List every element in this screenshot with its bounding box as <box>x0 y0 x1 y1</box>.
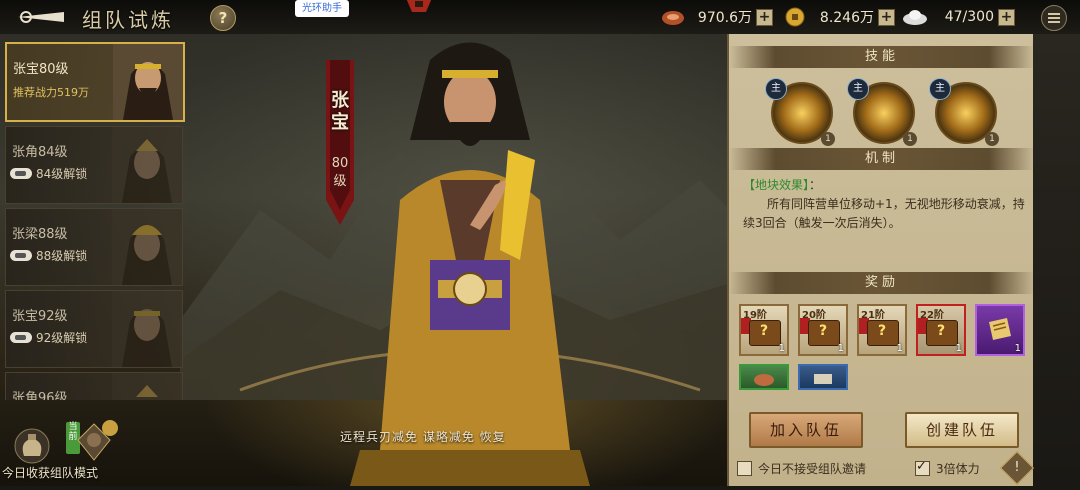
reward-scroll[interactable]: 1 <box>975 304 1025 356</box>
food-resource: 970.6万 + <box>660 6 773 28</box>
help-button[interactable]: ? <box>210 5 236 31</box>
reward-count: 1 <box>778 343 785 354</box>
hero-level: 80 级 <box>331 156 349 189</box>
top-bar: 组队试炼 ? 光环助手 970.6万 + 8.246万 + 47/300 + <box>0 0 1080 34</box>
boss-card-zhangbao-92[interactable]: 张宝92级 92级解锁 <box>5 290 183 368</box>
boss-name: 张宝92级 <box>12 309 68 324</box>
skill-level: 1 <box>903 132 917 146</box>
lock-icon <box>10 168 32 179</box>
food-value: 970.6万 <box>697 10 752 26</box>
boss-name: 张宝80级 <box>13 62 69 77</box>
chest-icon <box>867 320 899 346</box>
hero-figure <box>350 42 590 486</box>
reward-chest-1[interactable]: 19阶 1 <box>739 304 789 356</box>
scroll-icon <box>814 374 832 384</box>
reward-count: 1 <box>896 343 903 354</box>
reward-tier: 19阶 <box>743 310 767 321</box>
add-food-button[interactable]: + <box>756 8 773 26</box>
mechanism-name: 【地块效果】 <box>743 178 810 192</box>
reward-item-7[interactable] <box>798 364 848 390</box>
boss-portrait <box>113 44 183 120</box>
skill-slot-1[interactable]: 主 1 <box>765 78 835 146</box>
boss-list: 张宝80级 推荐战力519万 张角84级 84级解锁 张梁88级 88级解锁 张… <box>0 40 190 400</box>
team-mode-label: 今日收获组队模式 <box>2 466 99 480</box>
checkbox-box[interactable] <box>915 459 930 476</box>
boss-portrait <box>112 373 182 400</box>
logo-icon <box>406 0 432 12</box>
silver-ingot-icon <box>903 10 927 25</box>
hero-traits: 远程兵刃减免 谋略减免 恢复 <box>340 430 506 444</box>
team-mode-area[interactable]: 当前 今日收获组队模式 <box>0 420 190 486</box>
name-banner <box>326 60 354 225</box>
create-team-button[interactable]: 创建队伍 <box>905 412 1019 448</box>
reward-item-6[interactable] <box>739 364 789 390</box>
triple-stamina-label: 3倍体力 <box>936 462 980 476</box>
menu-icon[interactable] <box>1041 5 1067 31</box>
coin-value: 8.246万 <box>819 10 874 26</box>
skills-header: 技能 <box>729 46 1035 68</box>
reward-count: 1 <box>837 343 844 354</box>
decline-invites-label: 今日不接受组队邀请 <box>758 462 867 476</box>
stamina-value: 47/300 <box>944 9 994 25</box>
hero-name: 张宝 <box>331 90 349 133</box>
main-skill-tag: 主 <box>765 78 787 100</box>
chest-icon <box>808 320 840 346</box>
reward-tier: 20阶 <box>802 310 826 321</box>
mechanism-body: 所有同阵营单位移动+1，无视地形移动衰减，持续3回合（触发一次后消失）。 <box>743 197 1025 230</box>
boss-card-zhangjiao-84[interactable]: 张角84级 84级解锁 <box>5 126 183 204</box>
boss-portrait <box>112 127 182 203</box>
chest-icon <box>749 320 781 346</box>
boss-portrait <box>112 209 182 285</box>
assistant-tag[interactable]: 光环助手 <box>295 0 349 17</box>
unlock-requirement: 84级解锁 <box>10 165 87 182</box>
lock-icon <box>10 332 32 343</box>
add-coin-button[interactable]: + <box>878 8 895 26</box>
back-arrow-icon[interactable] <box>14 6 68 28</box>
unlock-requirement: 92级解锁 <box>10 329 87 346</box>
add-stamina-button[interactable]: + <box>998 8 1015 26</box>
reward-tier: 21阶 <box>861 310 885 321</box>
reward-count: 1 <box>1014 343 1021 354</box>
mechanism-description: 【地块效果】： 所有同阵营单位移动+1，无视地形移动衰减，持续3回合（触发一次后… <box>743 178 1025 230</box>
coin-resource: 8.246万 + <box>782 6 895 28</box>
meat-icon <box>754 374 774 386</box>
boss-card-zhangjiao-96[interactable]: 张角96级 <box>5 372 183 400</box>
skill-slot-3[interactable]: 主 1 <box>929 78 999 146</box>
join-team-button[interactable]: 加入队伍 <box>749 412 863 448</box>
reward-tier: 22阶 <box>920 310 944 321</box>
scroll-icon <box>989 318 1011 340</box>
mechanism-header: 机制 <box>729 148 1035 170</box>
money-bag-icon <box>14 428 50 464</box>
info-panel: 技能 主 1 主 1 主 1 机制 【地块效果】： 所有同阵营单位移动+1，无视… <box>727 34 1035 486</box>
reward-chest-3[interactable]: 21阶 1 <box>857 304 907 356</box>
boss-name: 张角84级 <box>12 145 68 160</box>
boss-card-zhangbao-80[interactable]: 张宝80级 推荐战力519万 <box>5 42 185 122</box>
stamina-resource: 47/300 + <box>902 6 1015 28</box>
boss-card-zhangliang-88[interactable]: 张梁88级 88级解锁 <box>5 208 183 286</box>
unlock-requirement: 88级解锁 <box>10 247 87 264</box>
main-skill-tag: 主 <box>929 78 951 100</box>
reward-count: 1 <box>955 343 962 354</box>
skill-level: 1 <box>985 132 999 146</box>
skill-level: 1 <box>821 132 835 146</box>
right-edge-strip <box>1033 34 1080 486</box>
skill-slot-2[interactable]: 主 1 <box>847 78 917 146</box>
main-skill-tag: 主 <box>847 78 869 100</box>
coin-icon <box>785 7 805 27</box>
checkbox-box[interactable] <box>737 461 752 476</box>
boss-name: 张角96级 <box>12 391 68 400</box>
reward-chest-2[interactable]: 20阶 1 <box>798 304 848 356</box>
lock-icon <box>10 250 32 261</box>
meat-icon <box>662 11 684 25</box>
boss-portrait <box>112 291 182 367</box>
boss-name: 张梁88级 <box>12 227 68 242</box>
page-title: 组队试炼 <box>82 8 174 32</box>
reward-chest-4[interactable]: 22阶 1 <box>916 304 966 356</box>
rewards-header: 奖励 <box>729 272 1035 294</box>
swap-icon[interactable] <box>102 420 118 436</box>
recommended-power: 推荐战力519万 <box>13 86 89 99</box>
decline-invites-checkbox[interactable]: 今日不接受组队邀请 <box>737 460 866 477</box>
chest-icon <box>926 320 958 346</box>
triple-stamina-checkbox[interactable]: 3倍体力 <box>915 459 980 477</box>
